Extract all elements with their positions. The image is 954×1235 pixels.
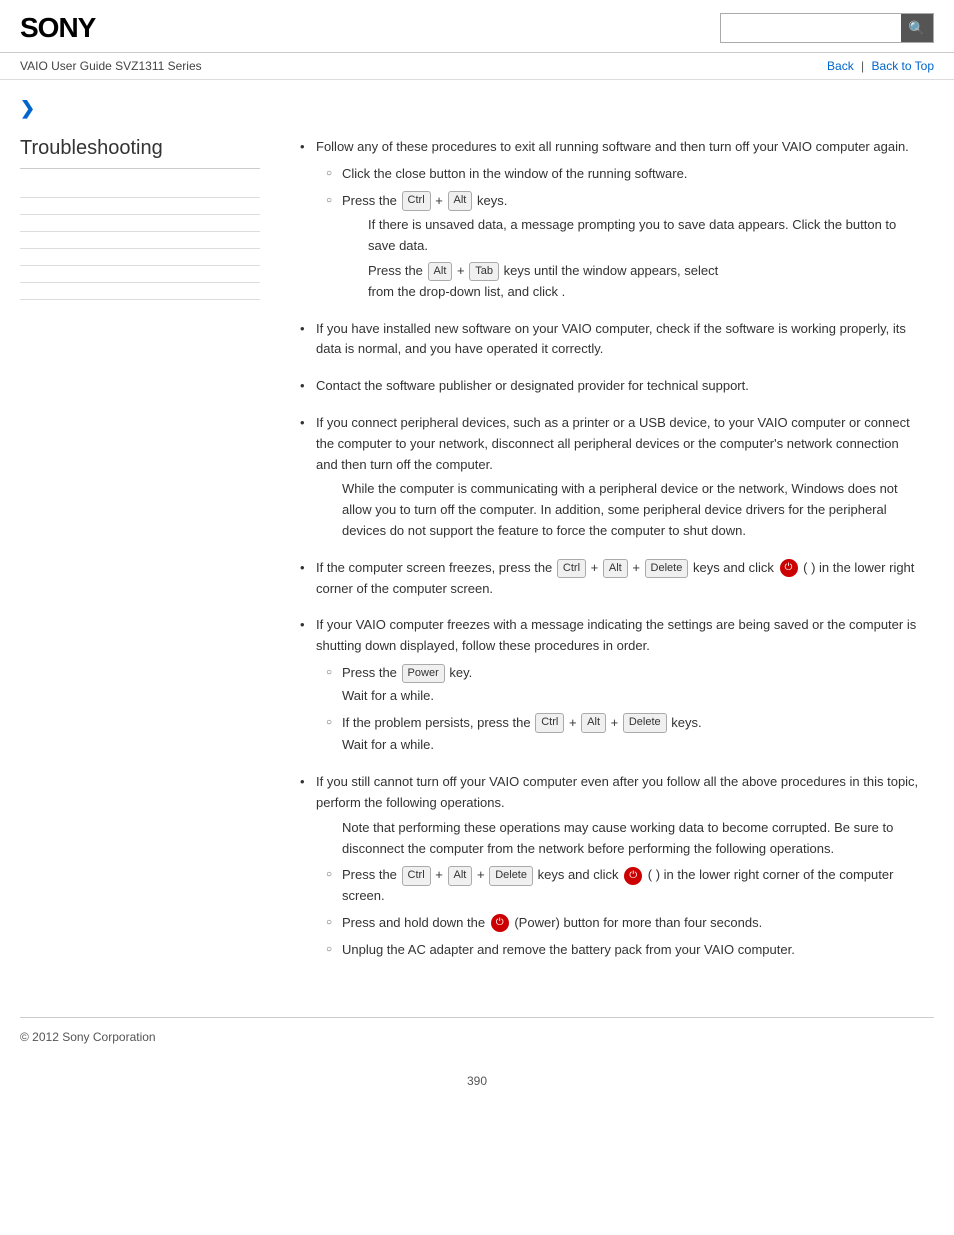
bullet6-sub2: If the problem persists, press the Ctrl … bbox=[326, 713, 924, 757]
sidebar: Troubleshooting bbox=[20, 127, 280, 997]
key-ctrl: Ctrl bbox=[402, 191, 431, 211]
key-del: Delete bbox=[645, 559, 689, 579]
guide-title: VAIO User Guide SVZ1311 Series bbox=[20, 59, 202, 73]
sidebar-title: Troubleshooting bbox=[20, 137, 260, 169]
key-ctrl2: Ctrl bbox=[557, 559, 586, 579]
bullet4-text: If you connect peripheral devices, such … bbox=[316, 415, 910, 472]
search-input[interactable] bbox=[721, 14, 901, 42]
bullet-item-3: Contact the software publisher or design… bbox=[300, 376, 924, 397]
bullet-item-5: If the computer screen freezes, press th… bbox=[300, 558, 924, 600]
key-tab: Tab bbox=[469, 262, 499, 282]
bullet7-sublist: Press the Ctrl + Alt + Delete keys and c… bbox=[326, 865, 924, 960]
page-number: 390 bbox=[0, 1064, 954, 1108]
power-icon-2 bbox=[624, 867, 642, 885]
bullet1-sub2-suffix: keys. bbox=[477, 193, 507, 208]
bullet1-sub2-plus: + bbox=[435, 193, 443, 208]
search-box: 🔍 bbox=[720, 13, 934, 43]
bullet6-sub1-note: Wait for a while. bbox=[342, 686, 924, 707]
key-alt4: Alt bbox=[581, 713, 606, 733]
sidebar-item-1[interactable] bbox=[20, 181, 260, 198]
nav-links: Back | Back to Top bbox=[827, 59, 934, 73]
bullet7-sub1: Press the Ctrl + Alt + Delete keys and c… bbox=[326, 865, 924, 907]
search-button[interactable]: 🔍 bbox=[901, 14, 933, 42]
bullet7-sub2: Press and hold down the (Power) button f… bbox=[326, 913, 924, 934]
sidebar-item-5[interactable] bbox=[20, 249, 260, 266]
bullet1-sub1: Click the close button in the window of … bbox=[326, 164, 924, 185]
main-layout: Troubleshooting Follow any of these proc… bbox=[0, 127, 954, 997]
sidebar-item-3[interactable] bbox=[20, 215, 260, 232]
bullet6-sub1: Press the Power key. Wait for a while. bbox=[326, 663, 924, 707]
bullet-item-4: If you connect peripheral devices, such … bbox=[300, 413, 924, 542]
back-to-top-link[interactable]: Back to Top bbox=[872, 59, 934, 73]
bullet6-text: If your VAIO computer freezes with a mes… bbox=[316, 617, 916, 653]
power-icon-1 bbox=[780, 559, 798, 577]
sony-logo: SONY bbox=[20, 12, 95, 44]
bullet7-note: Note that performing these operations ma… bbox=[342, 818, 924, 860]
bullet-item-1: Follow any of these procedures to exit a… bbox=[300, 137, 924, 303]
sidebar-item-7[interactable] bbox=[20, 283, 260, 300]
key-alt: Alt bbox=[448, 191, 473, 211]
content-area: Follow any of these procedures to exit a… bbox=[280, 127, 934, 997]
back-link[interactable]: Back bbox=[827, 59, 854, 73]
key-alt2: Alt bbox=[428, 262, 453, 282]
bullet1-sub1-text: Click the close button in the window of … bbox=[342, 166, 687, 181]
bullet-item-7: If you still cannot turn off your VAIO c… bbox=[300, 772, 924, 960]
copyright-text: © 2012 Sony Corporation bbox=[20, 1030, 156, 1044]
main-bullet-list: Follow any of these procedures to exit a… bbox=[300, 137, 924, 961]
bullet1-sub2-indent: Press the Alt + Tab keys until the windo… bbox=[368, 261, 924, 303]
bullet7-text: If you still cannot turn off your VAIO c… bbox=[316, 774, 918, 810]
nav-separator: | bbox=[861, 59, 864, 73]
key-del3: Delete bbox=[489, 866, 533, 886]
bullet1-sub2-note: If there is unsaved data, a message prom… bbox=[368, 215, 924, 257]
key-del2: Delete bbox=[623, 713, 667, 733]
bullet1-sub2-prefix: Press the bbox=[342, 193, 397, 208]
bullet-item-6: If your VAIO computer freezes with a mes… bbox=[300, 615, 924, 756]
footer: © 2012 Sony Corporation bbox=[0, 1018, 954, 1064]
sidebar-item-4[interactable] bbox=[20, 232, 260, 249]
power-icon-3 bbox=[491, 914, 509, 932]
bullet5-keys-suffix: keys and click bbox=[693, 560, 774, 575]
bullet1-text: Follow any of these procedures to exit a… bbox=[316, 139, 909, 154]
bullet7-sub3: Unplug the AC adapter and remove the bat… bbox=[326, 940, 924, 961]
key-ctrl3: Ctrl bbox=[535, 713, 564, 733]
key-power-soft: Power bbox=[402, 664, 445, 684]
bullet5-prefix: If the computer screen freezes, press th… bbox=[316, 560, 552, 575]
bullet3-text: Contact the software publisher or design… bbox=[316, 378, 749, 393]
breadcrumb-arrow: ❯ bbox=[0, 80, 954, 127]
nav-bar: VAIO User Guide SVZ1311 Series Back | Ba… bbox=[0, 53, 954, 80]
key-alt3: Alt bbox=[603, 559, 628, 579]
key-ctrl4: Ctrl bbox=[402, 866, 431, 886]
bullet4-note: While the computer is communicating with… bbox=[342, 479, 924, 541]
sidebar-item-6[interactable] bbox=[20, 266, 260, 283]
bullet6-sub2-note: Wait for a while. bbox=[342, 735, 924, 756]
bullet6-sublist: Press the Power key. Wait for a while. I… bbox=[326, 663, 924, 756]
bullet1-sub2: Press the Ctrl + Alt keys. If there is u… bbox=[326, 191, 924, 303]
key-alt5: Alt bbox=[448, 866, 473, 886]
bullet1-sublist: Click the close button in the window of … bbox=[326, 164, 924, 303]
bullet-item-2: If you have installed new software on yo… bbox=[300, 319, 924, 361]
sidebar-item-2[interactable] bbox=[20, 198, 260, 215]
bullet2-text: If you have installed new software on yo… bbox=[316, 321, 906, 357]
header: SONY 🔍 bbox=[0, 0, 954, 53]
